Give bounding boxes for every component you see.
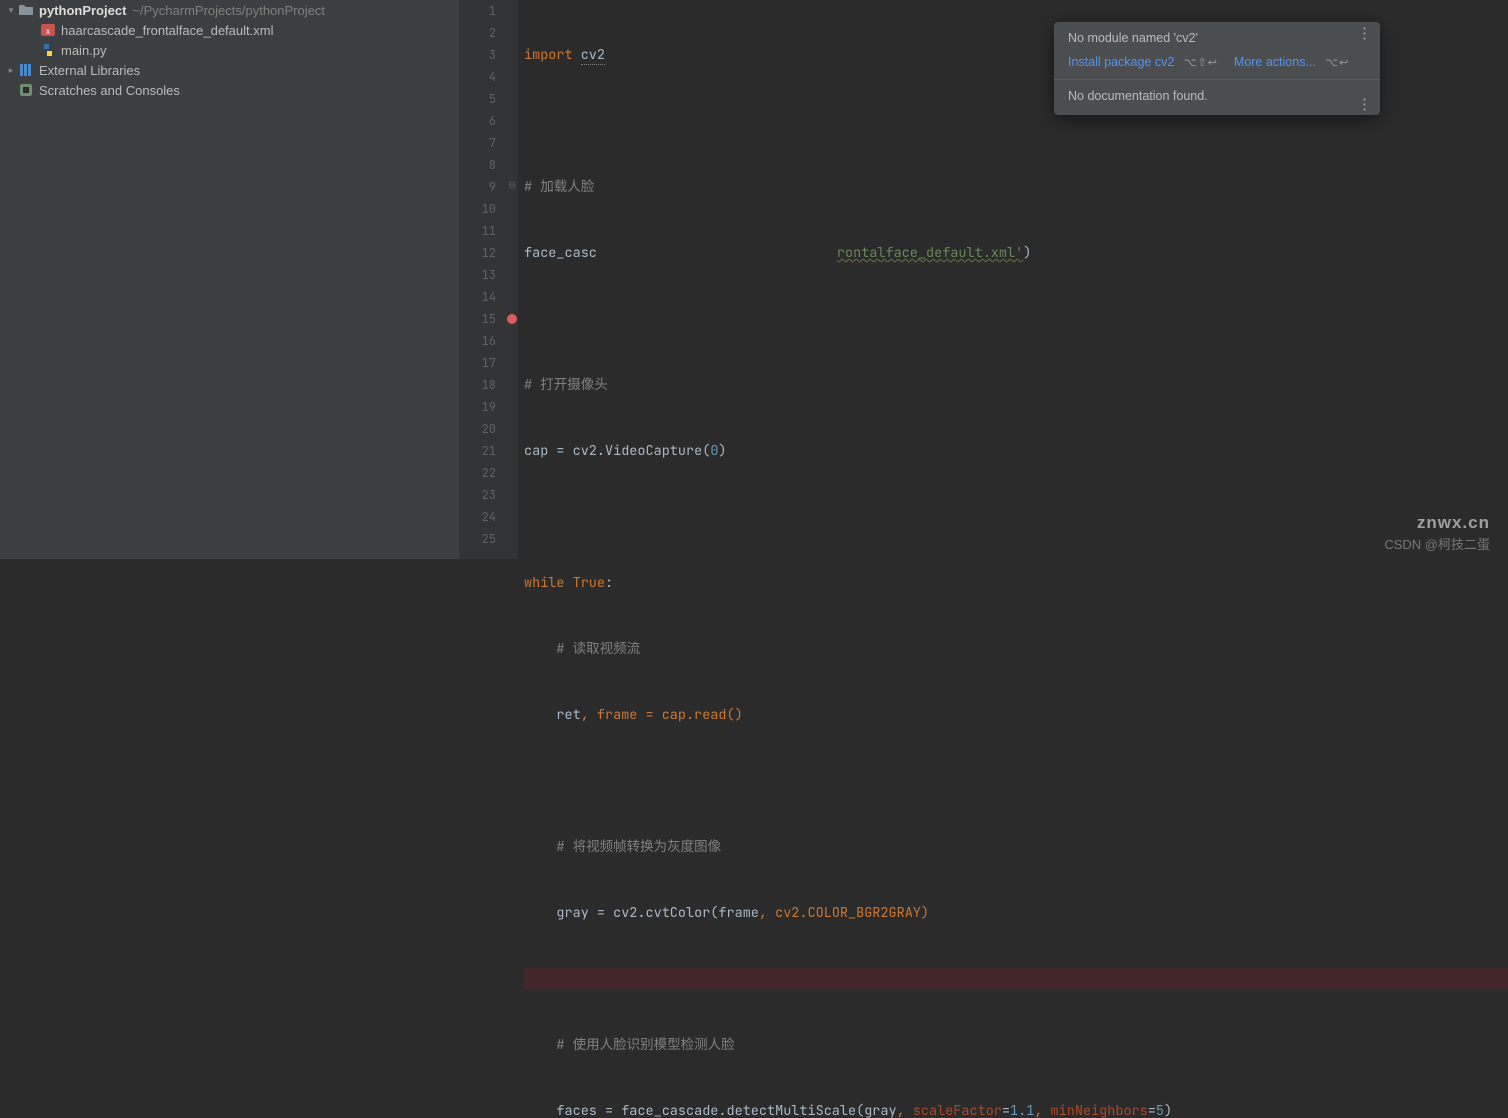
number: 1.1	[1010, 1102, 1034, 1118]
code-text: , frame = cap.read()	[581, 706, 743, 724]
string-literal: rontalface_default.xml'	[837, 244, 1023, 262]
scratches-label: Scratches and Consoles	[39, 83, 180, 98]
external-libraries-label: External Libraries	[39, 63, 140, 78]
watermark-primary: znwx.cn	[1417, 513, 1490, 533]
paren: )	[1023, 244, 1031, 262]
error-popup: No module named 'cv2' ⋮ Install package …	[1054, 22, 1380, 115]
python-file-icon	[40, 42, 56, 58]
scratches-icon	[18, 82, 34, 98]
project-path: ~/PycharmProjects/pythonProject	[132, 3, 325, 18]
marker-column[interactable]: ⊖	[508, 0, 518, 559]
install-package-link[interactable]: Install package cv2	[1068, 55, 1174, 69]
code-text: face_casc	[524, 244, 597, 262]
code-text: gray = cv2.cvtColor(frame	[524, 904, 759, 922]
paren: )	[718, 442, 726, 460]
watermark-secondary: CSDN @柯技二蛋	[1384, 534, 1490, 553]
comment: # 使用人脸识别模型检测人脸	[524, 1036, 735, 1054]
folder-icon	[18, 2, 34, 18]
chevron-down-icon[interactable]: ▾	[6, 5, 16, 16]
library-icon	[18, 62, 34, 78]
xml-file-icon: x	[40, 22, 56, 38]
kw-while: while	[524, 574, 573, 592]
kwarg: scaleFactor	[913, 1102, 1002, 1118]
breakpoint-icon[interactable]	[507, 314, 517, 324]
popup-doc-text: No documentation found.	[1068, 89, 1208, 103]
project-name: pythonProject	[39, 3, 126, 18]
popup-actions-row: Install package cv2 ⌥⇧↩ More actions... …	[1054, 50, 1380, 79]
popup-doc-row: No documentation found. ⋮	[1054, 79, 1380, 115]
scratches-row[interactable]: Scratches and Consoles	[0, 80, 459, 100]
kebab-icon[interactable]: ⋮	[1357, 103, 1372, 107]
more-actions-link[interactable]: More actions...	[1234, 55, 1316, 69]
shortcut-hint: ⌥⇧↩	[1184, 57, 1218, 69]
code-text: faces = face_cascade.detectMultiScale(gr…	[524, 1102, 897, 1118]
comma: ,	[897, 1102, 913, 1118]
comment: # 打开摄像头	[524, 376, 608, 394]
line-gutter: 12345 678910 1112131415 1617181920 21222…	[460, 0, 508, 559]
popup-title-row: No module named 'cv2' ⋮	[1054, 22, 1380, 50]
kebab-icon[interactable]: ⋮	[1357, 32, 1372, 36]
kw-import: import	[524, 46, 581, 64]
file-row-xml[interactable]: x haarcascade_frontalface_default.xml	[0, 20, 459, 40]
external-libraries-row[interactable]: ▸ External Libraries	[0, 60, 459, 80]
popup-title: No module named 'cv2'	[1068, 31, 1198, 45]
project-root-row[interactable]: ▾ pythonProject ~/PycharmProjects/python…	[0, 0, 459, 20]
comment: # 将视频帧转换为灰度图像	[524, 838, 721, 856]
comma: ,	[1034, 1102, 1050, 1118]
code-text: , cv2.COLOR_BGR2GRAY)	[759, 904, 929, 922]
module-cv2: cv2	[581, 46, 605, 65]
paren: )	[1164, 1102, 1172, 1118]
shortcut-hint: ⌥↩	[1325, 57, 1349, 69]
file-row-py[interactable]: main.py	[0, 40, 459, 60]
comment: # 加载人脸	[524, 178, 594, 196]
kwarg: minNeighbors	[1051, 1102, 1148, 1118]
file-label: main.py	[61, 43, 107, 58]
chevron-right-icon[interactable]: ▸	[6, 65, 16, 76]
colon: :	[605, 574, 613, 592]
code-text: cap = cv2.VideoCapture(	[524, 442, 710, 460]
kw-true: True	[573, 574, 605, 592]
code-text: ret	[524, 706, 581, 724]
file-label: haarcascade_frontalface_default.xml	[61, 23, 273, 38]
svg-text:x: x	[46, 27, 50, 36]
fold-icon[interactable]: ⊖	[508, 178, 516, 191]
code-editor[interactable]: 12345 678910 1112131415 1617181920 21222…	[460, 0, 1508, 559]
comment: # 读取视频流	[524, 640, 640, 658]
number: 5	[1156, 1102, 1164, 1118]
project-tree[interactable]: ▾ pythonProject ~/PycharmProjects/python…	[0, 0, 460, 559]
